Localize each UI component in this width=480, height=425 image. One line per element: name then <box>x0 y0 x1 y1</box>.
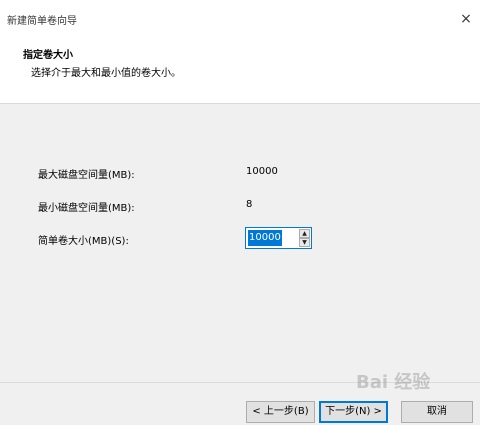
stepper-down-button[interactable]: ▼ <box>299 238 310 247</box>
min-size-label: 最小磁盘空间量(MB): <box>38 203 135 214</box>
page-description: 选择介于最大和最小值的卷大小。 <box>31 68 181 79</box>
stepper-up-button[interactable]: ▲ <box>299 229 310 238</box>
volume-size-input[interactable]: 10000 <box>248 230 282 246</box>
max-size-value: 10000 <box>246 166 278 177</box>
volume-size-stepper[interactable]: 10000 ▲ ▼ <box>245 227 312 249</box>
window-title: 新建简单卷向导 <box>7 16 77 27</box>
cancel-button[interactable]: 取消 <box>401 401 473 423</box>
wizard-window: 新建简单卷向导 × 指定卷大小 选择介于最大和最小值的卷大小。 最大磁盘空间量(… <box>0 0 480 425</box>
page-heading: 指定卷大小 <box>23 50 73 61</box>
next-button[interactable]: 下一步(N) > <box>319 401 388 423</box>
wizard-header: 新建简单卷向导 × 指定卷大小 选择介于最大和最小值的卷大小。 <box>0 0 480 104</box>
volume-size-label: 简单卷大小(MB)(S): <box>38 236 129 247</box>
arrow-down-icon: ▼ <box>302 239 307 246</box>
arrow-up-icon: ▲ <box>302 230 307 237</box>
close-icon: × <box>460 11 472 27</box>
max-size-label: 最大磁盘空间量(MB): <box>38 170 135 181</box>
min-size-value: 8 <box>246 199 253 210</box>
watermark-logo: Bai 经验 <box>356 372 431 393</box>
close-button[interactable]: × <box>455 8 477 30</box>
back-button[interactable]: < 上一步(B) <box>246 401 315 423</box>
